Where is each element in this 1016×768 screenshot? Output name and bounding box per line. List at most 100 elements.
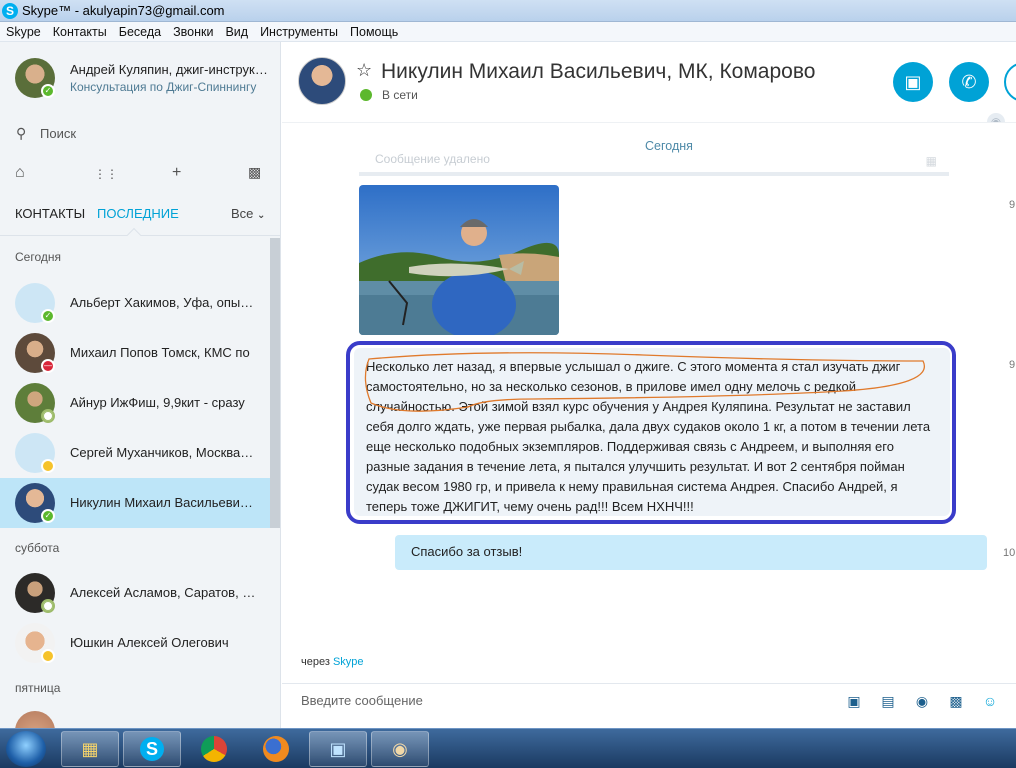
filter-label: Все — [231, 206, 254, 221]
firefox-taskbar-button[interactable] — [247, 731, 305, 767]
my-mood: Консультация по Джиг-Спиннингу — [70, 80, 257, 94]
add-contact-icon[interactable]: + — [172, 164, 181, 182]
section-today: Сегодня — [15, 250, 61, 264]
send-file-icon[interactable]: ▤ — [879, 693, 897, 709]
online-status-icon: ✓ — [41, 84, 55, 98]
tab-recent[interactable]: ПОСЛЕДНИЕ — [97, 206, 179, 221]
dialpad-icon[interactable]: ⋮⋮ — [94, 167, 118, 181]
away-status-icon — [41, 649, 55, 663]
chat-contact-avatar[interactable] — [298, 57, 346, 105]
message-input-bar: Введите сообщение ▣ ▤ ◉ ▩ ☺ — [282, 683, 1016, 728]
home-icon[interactable]: ⌂ — [15, 164, 25, 182]
tab-contacts[interactable]: КОНТАКТЫ — [15, 206, 85, 221]
menu-conversation[interactable]: Беседа — [119, 25, 161, 39]
contact-item-selected[interactable]: ✓ Никулин Михаил Васильевич, МК — [0, 478, 270, 528]
send-media-icon[interactable]: ▣ — [845, 693, 863, 709]
deleted-message-text: Сообщение удалено — [375, 152, 490, 166]
contact-name: Алексей Асламов, Саратов, Звезда — [70, 585, 256, 600]
trash-icon: ▦ — [925, 154, 937, 168]
message-input[interactable]: Введите сообщение — [301, 693, 423, 708]
contact-item[interactable]: Юшкин Алексей Олегович — [0, 618, 270, 668]
windows-taskbar: ▦ S ▣ ◉ — [0, 728, 1016, 768]
sidebar-toolbar: ⌂ ⋮⋮ + ▩ — [0, 160, 280, 190]
section-friday: пятница — [15, 681, 61, 695]
filter-dropdown[interactable]: Все ⌄ — [231, 206, 265, 221]
menu-calls[interactable]: Звонки — [173, 25, 213, 39]
busy-status-icon: — — [41, 359, 55, 373]
via-label: через Skype — [301, 656, 364, 668]
chat-contact-status: В сети — [382, 88, 418, 102]
shared-photo[interactable] — [359, 185, 559, 335]
my-name: Андрей Куляпин, джиг-инструктор — [70, 62, 270, 77]
contact-name: Никулин Михаил Васильевич, МК — [70, 495, 256, 510]
chrome-taskbar-button[interactable] — [185, 731, 243, 767]
contact-item[interactable]: ✓ Альберт Хакимов, Уфа, опытный — [0, 278, 270, 328]
section-saturday: суббота — [15, 541, 60, 555]
date-separator: Сегодня — [645, 139, 693, 153]
contact-name: Айнур ИжФиш, 9,9кит - сразу — [70, 395, 245, 410]
menu-help[interactable]: Помощь — [350, 25, 398, 39]
offline-status-icon — [41, 409, 55, 423]
add-people-button[interactable] — [1004, 62, 1016, 102]
skype-icon: S — [140, 737, 164, 761]
explorer-taskbar-button[interactable]: ▦ — [61, 731, 119, 767]
my-profile[interactable]: ✓ Андрей Куляпин, джиг-инструктор Консул… — [0, 42, 280, 118]
via-skype-link[interactable]: Skype — [333, 656, 364, 668]
chat-header: ☆ Никулин Михаил Васильевич, МК, Комаров… — [282, 42, 1016, 131]
start-button[interactable] — [6, 731, 46, 767]
chevron-down-icon: ⌄ — [257, 210, 266, 221]
contact-item[interactable] — [0, 706, 270, 728]
offline-status-icon — [41, 599, 55, 613]
contact-item[interactable]: Сергей Муханчиков, Москва, Бол — [0, 428, 270, 478]
skype-taskbar-button[interactable]: S — [123, 731, 181, 767]
contact-item[interactable]: — Михаил Попов Томск, КМС по — [0, 328, 270, 378]
video-camera-icon: ▣ — [904, 71, 922, 92]
online-status-icon: ✓ — [41, 309, 55, 323]
away-status-icon — [41, 459, 55, 473]
message-time: 10 — [1003, 547, 1016, 559]
menu-skype[interactable]: Skype — [6, 25, 41, 39]
photo-viewer-taskbar-button[interactable]: ▣ — [309, 731, 367, 767]
firefox-icon — [263, 736, 289, 762]
menu-tools[interactable]: Инструменты — [260, 25, 338, 39]
chat-contact-name: Никулин Михаил Васильевич, МК, Комарово — [381, 60, 816, 83]
picture-icon: ▣ — [329, 738, 347, 759]
video-call-button[interactable]: ▣ — [893, 62, 933, 102]
menu-view[interactable]: Вид — [225, 25, 248, 39]
contact-name: Юшкин Алексей Олегович — [70, 635, 229, 650]
menu-bar: Skype Контакты Беседа Звонки Вид Инструм… — [0, 22, 1016, 42]
contact-name: Альберт Хакимов, Уфа, опытный — [70, 295, 256, 310]
online-status-icon: ✓ — [41, 509, 55, 523]
phone-icon: ✆ — [961, 71, 977, 92]
active-tab-notch — [126, 227, 142, 243]
contact-item[interactable]: Айнур ИжФиш, 9,9кит - сразу — [0, 378, 270, 428]
conversation-area: Сегодня Сообщение удалено ▦ 9 Несколько … — [282, 122, 1016, 668]
window-title: Skype™ - akulyapin73@gmail.com — [22, 3, 225, 18]
message-time: 9 — [1009, 199, 1016, 211]
contact-name: Сергей Муханчиков, Москва, Бол — [70, 445, 256, 460]
star-icon[interactable]: ☆ — [356, 60, 372, 81]
contact-item[interactable]: Алексей Асламов, Саратов, Звезда — [0, 568, 270, 618]
search-input[interactable]: Поиск — [40, 126, 76, 141]
bot-icon[interactable]: ▩ — [248, 164, 261, 181]
menu-contacts[interactable]: Контакты — [53, 25, 107, 39]
skype-logo-icon: S — [2, 2, 18, 19]
message-time: 9 — [1009, 359, 1016, 371]
emoticons-icon[interactable]: ☺ — [981, 693, 999, 709]
sidebar: ✓ Андрей Куляпин, джиг-инструктор Консул… — [0, 42, 281, 728]
search-icon: ⚲ — [16, 125, 27, 141]
folder-icon: ▦ — [81, 738, 99, 759]
reply-bubble[interactable]: Спасибо за отзыв! — [395, 535, 987, 570]
contact-tabs: КОНТАКТЫ ПОСЛЕДНИЕ Все ⌄ — [0, 202, 280, 243]
chrome-icon — [201, 736, 227, 762]
deleted-message: Сообщение удалено ▦ — [359, 152, 949, 176]
send-contact-icon[interactable]: ▩ — [947, 693, 965, 709]
contact-name: Михаил Попов Томск, КМС по — [70, 345, 250, 360]
search-box[interactable]: ⚲ Поиск — [0, 118, 280, 150]
online-status-icon — [360, 89, 372, 101]
sidebar-scrollbar[interactable] — [270, 238, 280, 528]
paint-taskbar-button[interactable]: ◉ — [371, 731, 429, 767]
audio-call-button[interactable]: ✆ — [949, 62, 989, 102]
message-bubble[interactable]: Несколько лет назад, я впервые услышал о… — [354, 348, 950, 516]
video-message-icon[interactable]: ◉ — [913, 693, 931, 709]
